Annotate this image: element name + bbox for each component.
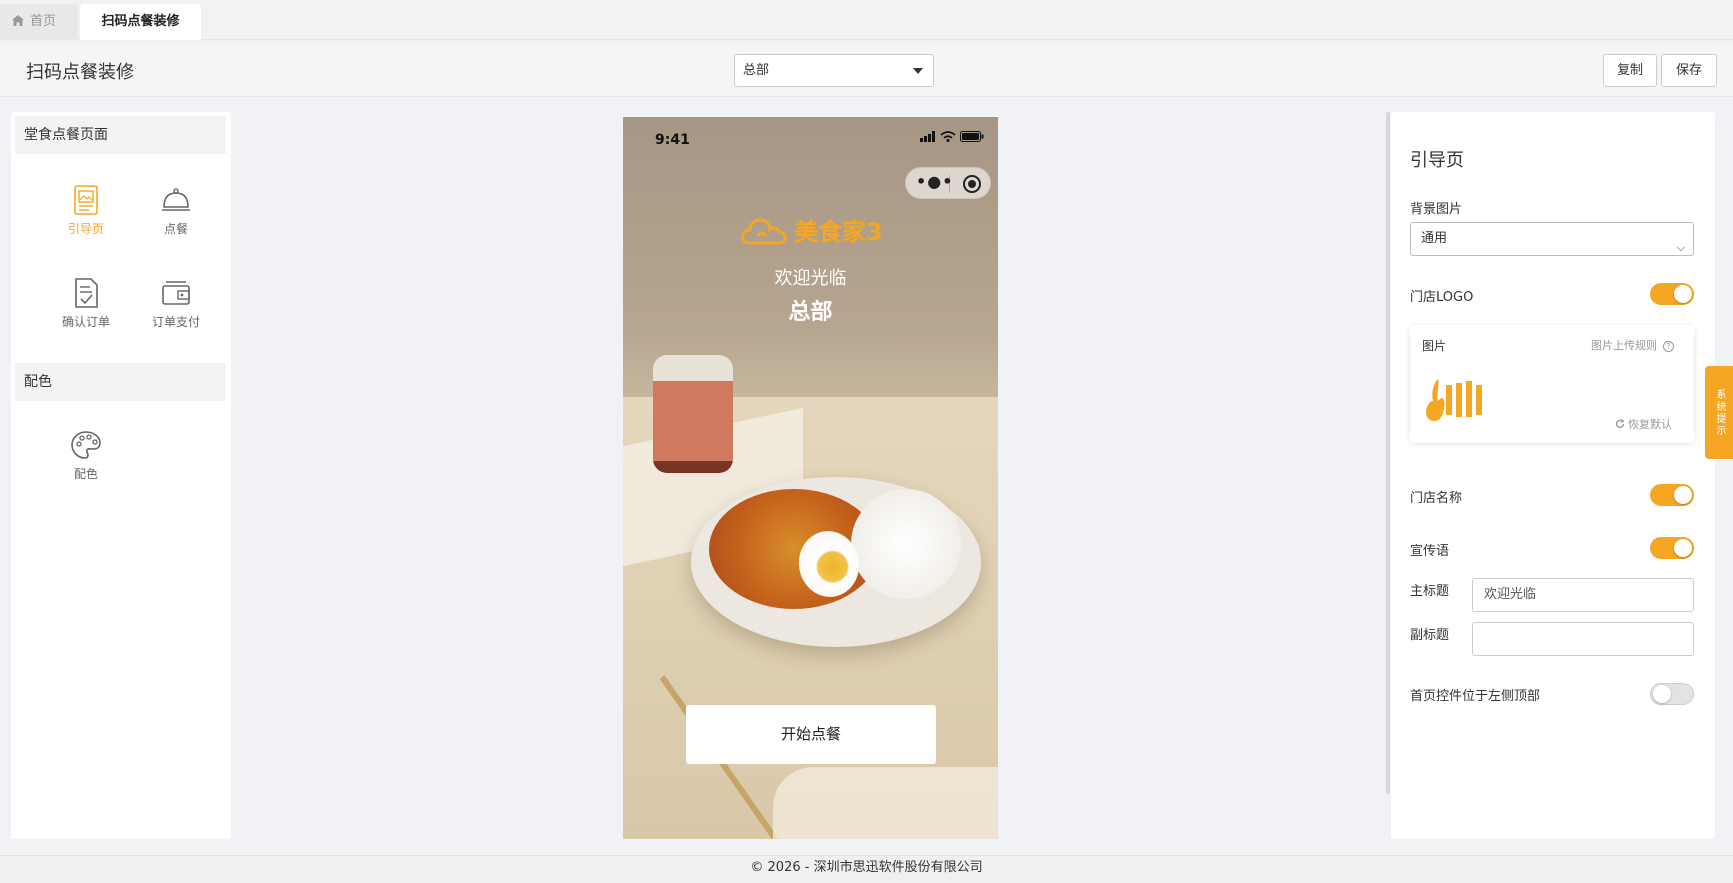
home-icon: [12, 15, 24, 26]
status-icons: [920, 131, 984, 145]
background-jar: [653, 355, 733, 473]
guide-page-icon: [74, 185, 98, 215]
store-name-toggle[interactable]: [1650, 484, 1694, 506]
cloud-logo-icon: [741, 218, 787, 245]
upload-rule-link[interactable]: 图片上传规则?: [1591, 337, 1674, 353]
component-confirm-order[interactable]: 确认订单: [46, 278, 126, 330]
refresh-icon: [1615, 418, 1625, 428]
section-dine-in-pages: 堂食点餐页面: [15, 116, 226, 154]
copy-button[interactable]: 复制: [1603, 54, 1657, 87]
tab-home[interactable]: 首页: [0, 4, 78, 40]
capsule-divider: [949, 175, 950, 193]
component-order[interactable]: 点餐: [136, 185, 216, 237]
chevron-down-icon: ⌵: [1676, 241, 1685, 254]
scrollbar[interactable]: [1386, 112, 1390, 794]
status-time: 9:41: [655, 132, 690, 148]
component-order-label: 点餐: [163, 222, 188, 236]
reset-default-label: 恢复默认: [1628, 418, 1672, 431]
component-guide-page-label: 引导页: [67, 222, 104, 236]
phone-status-bar: 9:41: [623, 117, 998, 161]
logo-image-card: 图片 图片上传规则? 恢复默认: [1410, 325, 1694, 443]
component-guide-page[interactable]: 引导页: [46, 185, 126, 237]
page-title: 扫码点餐装修: [26, 62, 134, 83]
store-logo-toggle[interactable]: [1650, 283, 1694, 305]
component-confirm-order-label: 确认订单: [61, 315, 110, 329]
tab-bar: 首页 扫码点餐装修: [0, 0, 1733, 40]
slogan-label: 宣传语: [1410, 544, 1450, 559]
logo-thumbnail[interactable]: [1420, 365, 1490, 427]
upload-rule-text: 图片上传规则: [1591, 339, 1657, 352]
settings-panel: 引导页 背景图片 通用 ⌵ 门店LOGO 图片 图片上传规则? 恢复默认 门店名…: [1391, 112, 1715, 839]
signal-icon: [920, 131, 936, 142]
background-rice: [851, 489, 961, 599]
toggle-knob: [1674, 285, 1692, 303]
bg-image-select-value: 通用: [1421, 231, 1448, 246]
reset-default-button[interactable]: 恢复默认: [1615, 416, 1672, 432]
help-icon: ?: [1663, 341, 1674, 352]
phone-preview: 9:41 •●• 美食家3 欢迎光临 总部 开始点餐: [623, 117, 998, 839]
toolbar: 扫码点餐装修 总部 复制 保存: [0, 45, 1733, 97]
component-color-scheme[interactable]: 配色: [46, 430, 126, 482]
store-name: 总部: [788, 300, 833, 325]
palette-icon: [71, 431, 101, 459]
start-order-button[interactable]: 开始点餐: [686, 705, 936, 764]
store-select[interactable]: 总部: [734, 54, 934, 87]
system-tip-tab[interactable]: 系统提示: [1705, 366, 1733, 459]
bg-image-label: 背景图片: [1410, 202, 1463, 217]
store-select-value: 总部: [743, 63, 770, 78]
section-color-scheme: 配色: [15, 363, 226, 401]
miniprogram-capsule[interactable]: •●•: [905, 167, 991, 199]
more-icon[interactable]: •●•: [916, 172, 953, 191]
close-miniprogram-icon[interactable]: [963, 175, 981, 193]
cloche-icon: [162, 188, 190, 211]
sub-title-input[interactable]: [1472, 622, 1694, 656]
main-title-label: 主标题: [1410, 584, 1450, 599]
top-left-control-toggle[interactable]: [1650, 683, 1694, 705]
background-napkin: [773, 767, 998, 839]
component-order-payment[interactable]: 订单支付: [136, 278, 216, 330]
footer: © 2026 - 深圳市思迅软件股份有限公司: [0, 855, 1733, 883]
brand-name: 美食家3: [794, 218, 883, 246]
settings-title: 引导页: [1410, 150, 1464, 171]
welcome-title: 欢迎光临: [774, 268, 847, 289]
chevron-down-icon: [913, 68, 923, 74]
wallet-icon: [162, 281, 190, 305]
toggle-knob: [1674, 486, 1692, 504]
save-button[interactable]: 保存: [1661, 54, 1717, 87]
toggle-knob: [1674, 539, 1692, 557]
toggle-knob: [1653, 685, 1671, 703]
store-logo-label: 门店LOGO: [1410, 290, 1474, 305]
bg-image-select[interactable]: 通用 ⌵: [1410, 222, 1694, 256]
tab-scan-order-decor[interactable]: 扫码点餐装修: [80, 4, 201, 40]
component-order-payment-label: 订单支付: [151, 315, 200, 329]
battery-icon: [960, 131, 984, 142]
tab-home-label: 首页: [30, 14, 57, 29]
top-left-control-label: 首页控件位于左侧顶部: [1410, 689, 1541, 704]
order-confirm-icon: [75, 278, 98, 308]
component-color-scheme-label: 配色: [73, 467, 98, 481]
slogan-toggle[interactable]: [1650, 537, 1694, 559]
image-label: 图片: [1422, 339, 1447, 353]
store-name-label: 门店名称: [1410, 491, 1463, 506]
component-panel: 堂食点餐页面 引导页 点餐 确认订单 订单支付 配色 配色: [11, 112, 231, 839]
wifi-icon: [940, 131, 956, 142]
main-title-input[interactable]: 欢迎光临: [1472, 578, 1694, 612]
sub-title-label: 副标题: [1410, 628, 1450, 643]
